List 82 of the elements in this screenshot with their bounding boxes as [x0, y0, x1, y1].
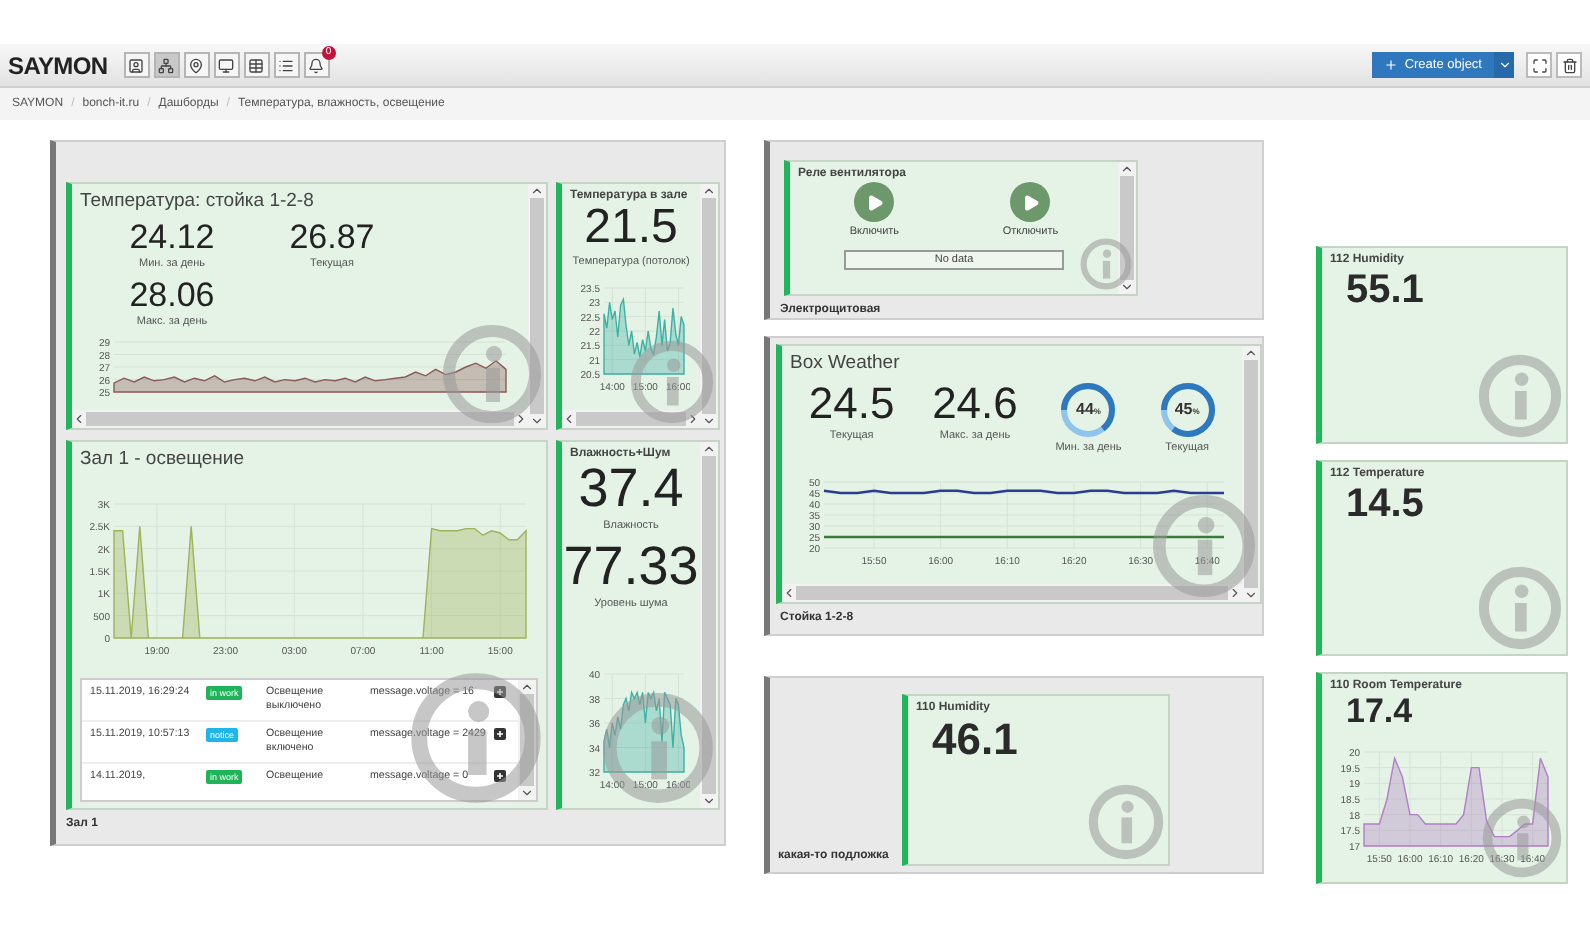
- chevron-up-icon[interactable]: [702, 442, 716, 456]
- vertical-scrollbar[interactable]: [1242, 346, 1260, 602]
- plus-icon: [1384, 58, 1399, 72]
- metric-value: 21.5: [584, 204, 678, 252]
- bell-icon: [308, 57, 325, 73]
- scrollbar-thumb[interactable]: [86, 412, 514, 426]
- plus-square-icon[interactable]: [494, 728, 506, 740]
- metric-value: 24.12: [129, 220, 215, 254]
- play-icon: [865, 193, 884, 211]
- metric-value: 24.6: [932, 382, 1018, 426]
- chevron-right-icon[interactable]: [686, 412, 700, 426]
- chevron-down-icon[interactable]: [702, 414, 716, 428]
- metric-value: 77.33: [563, 540, 699, 594]
- delete-button[interactable]: [1556, 52, 1582, 78]
- table-icon: [248, 57, 265, 73]
- vertical-scrollbar[interactable]: [700, 442, 718, 808]
- chevron-down-icon[interactable]: [1120, 280, 1134, 294]
- chevron-up-icon[interactable]: [1244, 346, 1258, 360]
- dropdown-button[interactable]: [1494, 52, 1514, 78]
- metric-value: 55.1: [1346, 268, 1424, 312]
- hierarchy-view-button[interactable]: [153, 52, 180, 78]
- chevron-down-icon[interactable]: [702, 794, 716, 808]
- metric-value: 46.1: [932, 716, 1018, 765]
- scrollbar-thumb[interactable]: [1244, 360, 1258, 588]
- horizontal-scrollbar[interactable]: [562, 410, 700, 428]
- horizontal-scrollbar[interactable]: [782, 584, 1242, 602]
- map-pin-icon: [188, 57, 205, 73]
- vertical-scrollbar[interactable]: [700, 184, 718, 428]
- metric-value: 26.87: [289, 220, 375, 254]
- card-view-button[interactable]: [123, 52, 150, 78]
- caret-icon: [1497, 58, 1511, 72]
- trash-icon: [1561, 57, 1577, 73]
- scrollbar-thumb[interactable]: [1120, 176, 1134, 280]
- scrollbar-thumb[interactable]: [796, 586, 1228, 600]
- scrollbar-thumb[interactable]: [702, 456, 716, 794]
- metric-value: 28.06: [129, 278, 215, 312]
- info-icon[interactable]: [1152, 494, 1256, 598]
- metric-value: 37.4: [578, 462, 684, 516]
- scrollbar-thumb[interactable]: [520, 694, 534, 786]
- chart-area: [603, 689, 685, 773]
- metric-value: 14.5: [1346, 482, 1424, 526]
- chevron-left-icon[interactable]: [562, 412, 576, 426]
- vertical-scrollbar[interactable]: [518, 680, 536, 800]
- table-view-button[interactable]: [243, 52, 270, 78]
- map-pin-view-button[interactable]: [183, 52, 210, 78]
- chevron-left-icon[interactable]: [72, 412, 86, 426]
- chevron-up-icon[interactable]: [702, 184, 716, 198]
- list-icon: [278, 57, 295, 73]
- list-view-button[interactable]: [273, 52, 300, 78]
- chevron-left-icon[interactable]: [782, 586, 796, 600]
- fullscreen-button[interactable]: [1526, 52, 1552, 78]
- scrollbar-thumb[interactable]: [530, 198, 544, 414]
- chevron-up-icon[interactable]: [1120, 162, 1134, 176]
- metric-value: 24.5: [808, 382, 895, 426]
- horizontal-scrollbar[interactable]: [72, 410, 528, 428]
- chevron-up-icon[interactable]: [520, 680, 534, 694]
- card-icon: [128, 57, 145, 73]
- chevron-down-icon[interactable]: [1244, 588, 1258, 602]
- metric-value: 17.4: [1346, 694, 1413, 732]
- scrollbar-thumb[interactable]: [576, 412, 686, 426]
- vertical-scrollbar[interactable]: [1118, 162, 1136, 294]
- expand-icon: [1531, 57, 1547, 73]
- info-icon[interactable]: [442, 324, 542, 424]
- info-icon[interactable]: [1482, 798, 1562, 878]
- chevron-right-icon[interactable]: [514, 412, 528, 426]
- monitor-view-button[interactable]: [213, 52, 240, 78]
- widget-title: Box Weather: [790, 352, 902, 374]
- widget-title: Зал 1 - освещение: [80, 448, 247, 470]
- monitor-icon: [218, 57, 235, 73]
- chevron-down-icon[interactable]: [530, 414, 544, 428]
- chart-area: [603, 296, 685, 375]
- chevron-right-icon[interactable]: [1228, 586, 1242, 600]
- hierarchy-icon: [158, 57, 175, 73]
- logo: SAYMON: [8, 51, 108, 79]
- vertical-scrollbar[interactable]: [528, 184, 546, 428]
- plus-square-icon[interactable]: [494, 770, 506, 782]
- widget-title: Температура: стойка 1-2-8: [80, 190, 316, 212]
- scrollbar-thumb[interactable]: [702, 198, 716, 414]
- chevron-up-icon[interactable]: [530, 184, 544, 198]
- plus-square-icon[interactable]: [494, 686, 506, 698]
- play-icon: [1021, 193, 1040, 211]
- chevron-down-icon[interactable]: [520, 786, 534, 800]
